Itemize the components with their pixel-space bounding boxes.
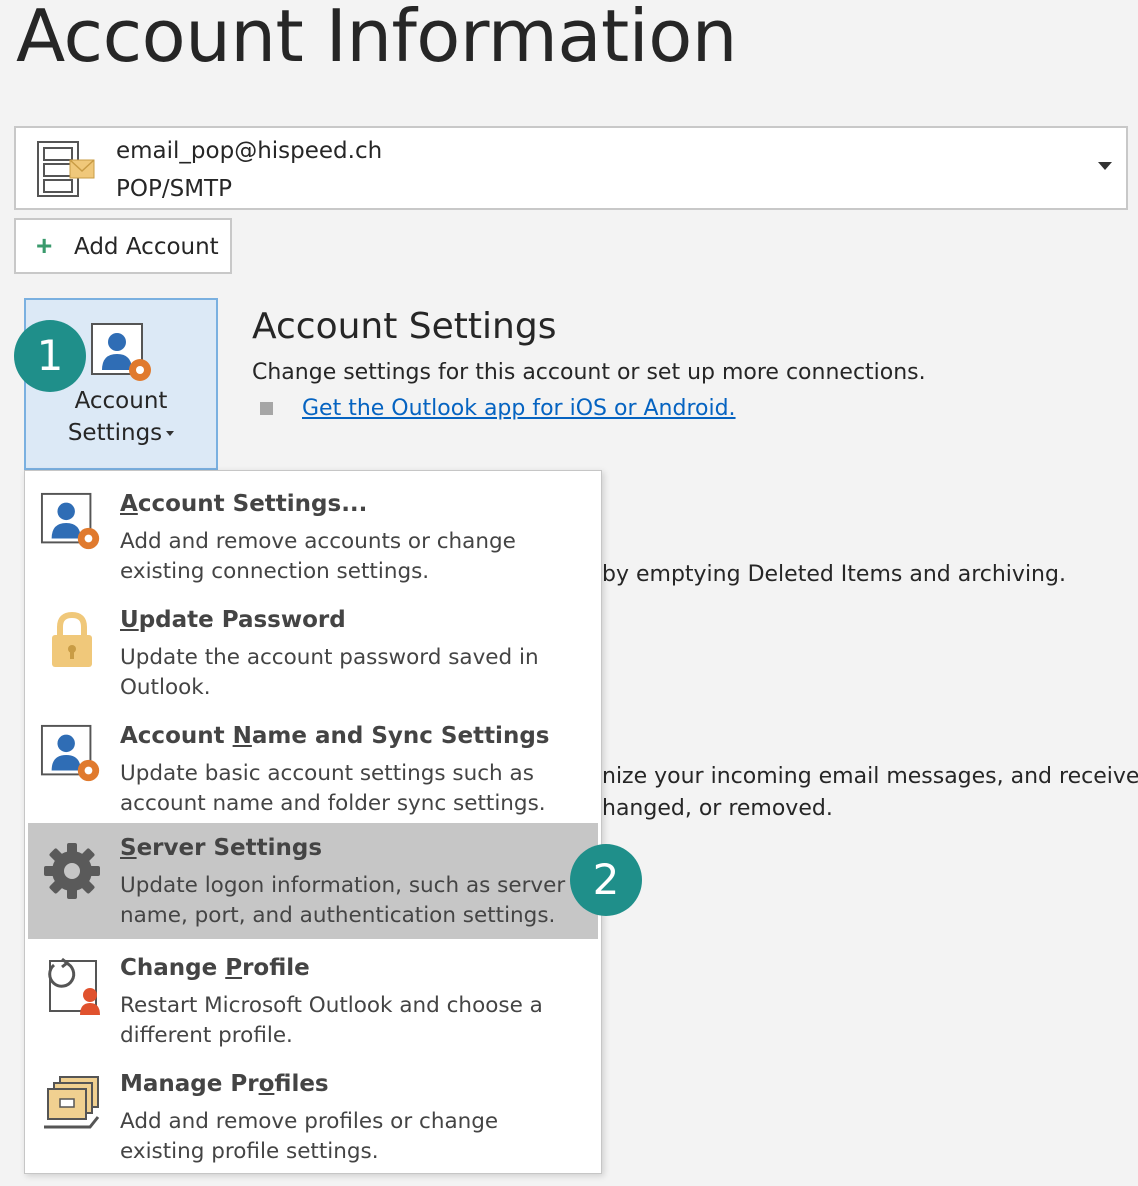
account-settings-icon (91, 323, 151, 381)
menu-item-title: Update Password (120, 607, 346, 633)
rules-text-line-2: hanged, or removed. (602, 796, 833, 821)
menu-item-description: Update the account password saved in Out… (120, 645, 539, 700)
account-settings-heading: Account Settings (252, 306, 557, 347)
menu-item-title: Account Name and Sync Settings (120, 723, 550, 749)
menu-item-change-profile[interactable]: Change Profile Restart Microsoft Outlook… (28, 943, 598, 1059)
menu-item-title: Account Settings... (120, 491, 368, 517)
caret-down-icon (166, 431, 175, 436)
plus-icon: + (36, 230, 53, 261)
step-badge-1: 1 (14, 320, 86, 392)
gear-icon (44, 843, 100, 899)
account-settings-menu: Account Settings... Add and remove accou… (24, 470, 602, 1174)
account-type: POP/SMTP (116, 176, 232, 202)
account-settings-button-label-1: Account (74, 388, 168, 414)
account-settings-description: Change settings for this account or set … (252, 360, 926, 385)
account-settings-icon (40, 492, 100, 550)
menu-item-description: Update logon information, such as server… (120, 873, 566, 928)
mailbox-cleanup-text: by emptying Deleted Items and archiving. (602, 562, 1066, 587)
pop-account-icon (37, 141, 95, 197)
account-selector[interactable]: email_pop@hispeed.ch POP/SMTP (14, 126, 1128, 210)
menu-item-manage-profiles[interactable]: Manage Profiles Add and remove profiles … (28, 1059, 598, 1175)
account-settings-icon (40, 724, 100, 782)
outlook-app-link[interactable]: Get the Outlook app for iOS or Android. (302, 396, 736, 421)
chevron-down-icon[interactable] (1098, 162, 1112, 170)
add-account-label: Add Account (74, 234, 219, 260)
menu-item-title: Change Profile (120, 955, 310, 981)
menu-item-account-name-sync[interactable]: Account Name and Sync Settings Update ba… (28, 711, 598, 827)
menu-item-description: Add and remove accounts or change existi… (120, 529, 516, 584)
account-email: email_pop@hispeed.ch (116, 138, 383, 164)
page-title: Account Information (16, 0, 737, 78)
lock-icon (52, 611, 92, 667)
add-account-button[interactable]: + Add Account (14, 218, 232, 274)
bullet-icon (260, 402, 273, 415)
menu-item-server-settings[interactable]: Server Settings Update logon information… (28, 823, 598, 939)
account-settings-button-label-2: Settings (26, 420, 216, 446)
menu-item-description: Add and remove profiles or change existi… (120, 1109, 499, 1164)
change-profile-icon (48, 957, 100, 1015)
menu-item-description: Restart Microsoft Outlook and choose a d… (120, 993, 543, 1048)
menu-item-account-settings[interactable]: Account Settings... Add and remove accou… (28, 479, 598, 595)
menu-item-description: Update basic account settings such as ac… (120, 761, 546, 816)
menu-item-title: Manage Profiles (120, 1071, 329, 1097)
rules-text-line-1: nize your incoming email messages, and r… (602, 764, 1138, 789)
step-badge-2: 2 (570, 844, 642, 916)
menu-item-title: Server Settings (120, 835, 323, 861)
menu-item-update-password[interactable]: Update Password Update the account passw… (28, 595, 598, 711)
manage-profiles-icon (44, 1076, 100, 1129)
